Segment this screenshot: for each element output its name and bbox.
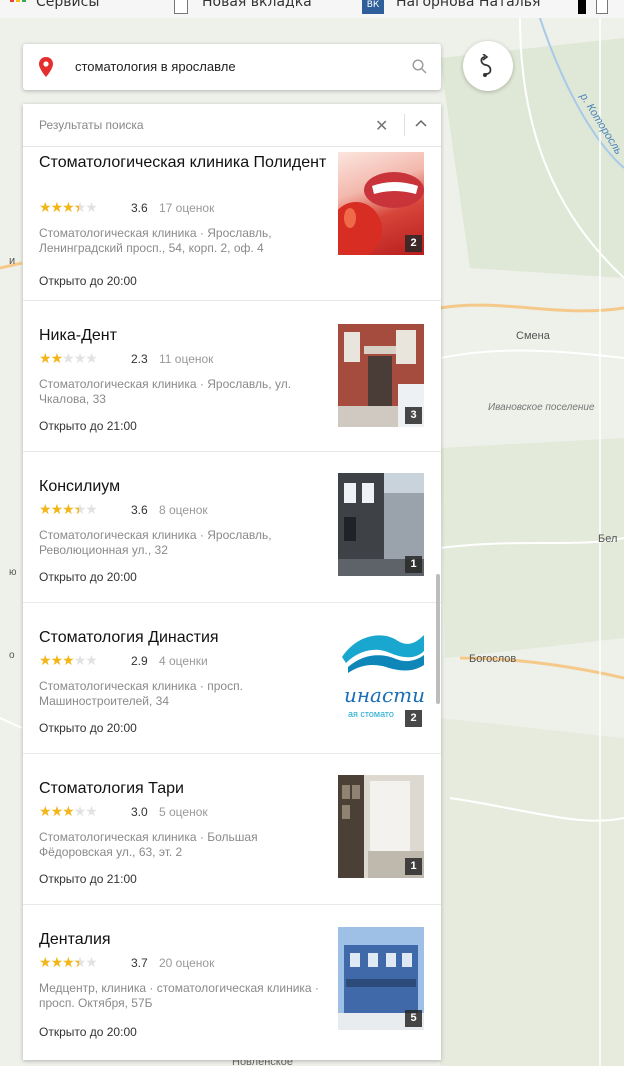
list-item[interactable]: Стоматологическая клиника Полидент ★★★★ ★… <box>23 150 441 301</box>
interior-photo[interactable]: 1 <box>338 775 424 878</box>
search-results-panel: Результаты поиска ✕ Стоматологическая кл… <box>23 104 441 1060</box>
photo-count: 5 <box>405 1010 422 1027</box>
reviews-count[interactable]: 4 оценки <box>159 654 208 668</box>
photo-count: 1 <box>405 556 422 573</box>
list-item[interactable]: Стоматология Династия ★★★★★ 2.9 4 оценки… <box>23 603 441 754</box>
result-address: Стоматологическая клиника · Большая Фёдо… <box>39 830 258 859</box>
result-address: Стоматологическая клиника · Ярославль, Р… <box>39 528 272 557</box>
apps-icon[interactable] <box>10 0 28 8</box>
reviews-count[interactable]: 5 оценок <box>159 805 208 819</box>
rating-value: 2.9 <box>131 654 148 668</box>
result-address: Стоматологическая клиника · просп. Машин… <box>39 679 243 708</box>
reviews-count[interactable]: 8 оценок <box>159 503 208 517</box>
photo-count: 1 <box>405 858 422 875</box>
map-label-edge: и <box>9 255 16 267</box>
rating-value: 3.6 <box>131 503 148 517</box>
map-label-bel: Бел <box>598 533 618 545</box>
photo-count: 2 <box>405 710 422 727</box>
star-rating-icon: ★★★★★ <box>39 955 98 971</box>
panel-header: Результаты поиска ✕ <box>23 104 441 147</box>
opening-hours: Открыто до 20:00 <box>39 721 137 735</box>
page-icon <box>174 0 188 14</box>
result-address: Стоматологическая клиника · Ярославль, Л… <box>39 226 272 255</box>
list-item[interactable]: Стоматология Тари ★★★★★ 3.0 5 оценок Сто… <box>23 754 441 905</box>
result-address: Медцентр, клиника · стоматологическая кл… <box>39 981 319 1010</box>
map-label-smena: Смена <box>516 330 550 342</box>
bookmark-new-tab[interactable]: Новая вкладка <box>202 0 312 10</box>
result-name[interactable]: Консилиум <box>39 476 329 497</box>
list-item[interactable]: Денталия ★★★★★ 3.7 20 оценок Медцентр, к… <box>23 905 441 1056</box>
reviews-count[interactable]: 17 оценок <box>159 201 214 215</box>
result-address: Стоматологическая клиника · Ярославль, у… <box>39 377 292 406</box>
result-name[interactable]: Стоматологическая клиника Полидент <box>39 152 329 173</box>
opening-hours: Открыто до 20:00 <box>39 274 137 288</box>
opening-hours: Открыто до 21:00 <box>39 419 137 433</box>
teeth-apple-photo[interactable]: 2 <box>338 152 424 255</box>
bookmark-profile[interactable]: Нагорнова Наталья <box>396 0 540 10</box>
panel-scrollbar[interactable] <box>436 574 440 704</box>
location-pin-icon <box>39 57 53 77</box>
map-label-bogoslov: Богослов <box>469 653 517 665</box>
vk-icon: ВК <box>362 0 384 14</box>
reviews-count[interactable]: 11 оценок <box>159 352 213 366</box>
search-icon[interactable] <box>412 59 427 74</box>
route-button[interactable] <box>463 41 513 91</box>
rating-value: 3.7 <box>131 956 148 970</box>
map-label-ivanovskoe: Ивановское поселение <box>488 402 595 413</box>
rating-value: 2.3 <box>131 352 148 366</box>
star-rating-icon: ★★★★★ <box>39 351 98 367</box>
route-icon <box>480 54 492 77</box>
building-entrance-photo[interactable]: 3 <box>338 324 424 427</box>
bookmark-services[interactable]: Сервисы <box>36 0 99 10</box>
photo-count: 3 <box>405 407 422 424</box>
panel-title: Результаты поиска <box>39 118 144 132</box>
result-name[interactable]: Стоматология Династия <box>39 627 329 648</box>
opening-hours: Открыто до 21:00 <box>39 872 137 886</box>
page-icon <box>596 0 608 14</box>
star-rating-icon: ★★★★★ <box>39 653 98 669</box>
rating-value: 3.6 <box>131 201 148 215</box>
star-rating-icon: ★★★★★ <box>39 200 98 216</box>
bookmark-divider <box>578 0 586 14</box>
chevron-up-icon[interactable] <box>415 118 427 128</box>
list-item[interactable]: Ника-Дент ★★★★★ 2.3 11 оценок Стоматолог… <box>23 301 441 452</box>
rating-value: 3.0 <box>131 805 148 819</box>
list-item[interactable]: Консилиум ★★★★★ 3.6 8 оценок Стоматологи… <box>23 452 441 603</box>
street-facade-photo[interactable]: 1 <box>338 473 424 576</box>
bookmarks-bar: Сервисы Новая вкладка ВК Нагорнова Натал… <box>0 0 624 18</box>
blue-building-photo[interactable]: 5 <box>338 927 424 1030</box>
map-label-edge: ю <box>9 567 17 578</box>
reviews-count[interactable]: 20 оценок <box>159 956 214 970</box>
dynasty-logo-photo[interactable]: инасти ая стомато 2 <box>338 627 424 730</box>
search-input[interactable]: стоматология в ярославле <box>75 59 236 74</box>
star-rating-icon: ★★★★★ <box>39 804 98 820</box>
star-rating-icon: ★★★★★ <box>39 502 98 518</box>
result-name[interactable]: Денталия <box>39 929 329 950</box>
opening-hours: Открыто до 20:00 <box>39 570 137 584</box>
map-label-edge: о <box>9 650 15 661</box>
search-box[interactable]: стоматология в ярославле <box>23 44 441 90</box>
wave-logo-icon <box>342 635 424 673</box>
close-icon[interactable]: ✕ <box>375 116 388 136</box>
logo-text: инасти <box>344 683 424 707</box>
photo-count: 2 <box>405 235 422 252</box>
result-name[interactable]: Стоматология Тари <box>39 778 329 799</box>
header-divider <box>404 114 405 136</box>
logo-subtext: ая стомато <box>348 709 394 719</box>
result-name[interactable]: Ника-Дент <box>39 325 329 346</box>
opening-hours: Открыто до 20:00 <box>39 1025 137 1039</box>
